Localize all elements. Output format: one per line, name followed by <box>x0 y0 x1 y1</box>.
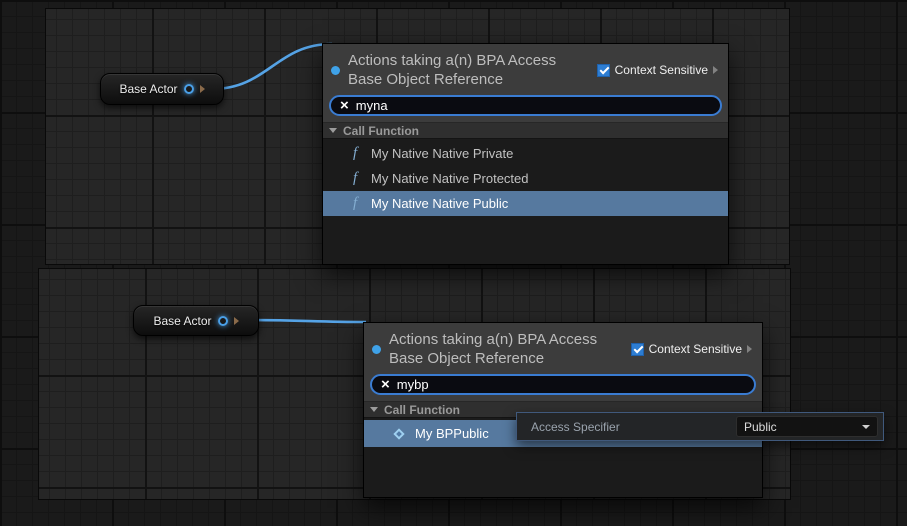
title-line-1: Actions taking a(n) BPA Access <box>389 330 623 349</box>
context-sensitive-toggle[interactable]: Context Sensitive <box>631 342 754 356</box>
menu-item-label: My BPPublic <box>415 426 489 441</box>
title-line-1: Actions taking a(n) BPA Access <box>348 51 589 70</box>
blueprint-function-icon <box>393 428 404 439</box>
menu-item-label: My Native Native Private <box>371 146 513 161</box>
menu-item-my-native-native-protected[interactable]: f My Native Native Protected <box>323 166 728 191</box>
function-icon: f <box>353 146 362 161</box>
node-title: Base Actor <box>153 314 211 328</box>
category-label: Call Function <box>384 403 460 417</box>
node-title: Base Actor <box>119 82 177 96</box>
context-sensitive-label: Context Sensitive <box>649 342 742 356</box>
search-input[interactable] <box>356 98 711 113</box>
access-specifier-dropdown[interactable]: Public <box>736 416 878 437</box>
context-menu-header: Actions taking a(n) BPA Access Base Obje… <box>323 44 728 92</box>
title-line-2: Base Object Reference <box>389 349 623 368</box>
submenu-arrow-icon[interactable] <box>747 345 752 353</box>
menu-item-my-native-native-private[interactable]: f My Native Native Private <box>323 141 728 166</box>
node-base-actor-bottom[interactable]: Base Actor <box>133 305 259 336</box>
search-row: × <box>323 92 728 122</box>
category-call-function[interactable]: Call Function <box>323 122 728 139</box>
context-menu-title: Actions taking a(n) BPA Access Base Obje… <box>348 51 589 89</box>
clear-search-icon[interactable]: × <box>381 377 390 392</box>
context-sensitive-checkbox[interactable] <box>597 64 610 77</box>
collapse-triangle-icon[interactable] <box>370 407 378 412</box>
search-input[interactable] <box>397 377 745 392</box>
submenu-arrow-icon[interactable] <box>713 66 718 74</box>
menu-item-label: My Native Native Protected <box>371 171 529 186</box>
clear-search-icon[interactable]: × <box>340 98 349 113</box>
pin-type-dot-icon <box>331 66 340 75</box>
dropdown-selected-value: Public <box>744 420 777 434</box>
context-menu-header: Actions taking a(n) BPA Access Base Obje… <box>364 323 762 371</box>
category-label: Call Function <box>343 124 419 138</box>
pin-arrow-icon <box>200 85 205 93</box>
search-box[interactable]: × <box>329 95 722 116</box>
chevron-down-icon <box>862 425 870 429</box>
collapse-triangle-icon[interactable] <box>329 128 337 133</box>
context-sensitive-checkbox[interactable] <box>631 343 644 356</box>
object-reference-pin-icon[interactable] <box>218 316 228 326</box>
pin-type-dot-icon <box>372 345 381 354</box>
access-specifier-label: Access Specifier <box>517 420 620 434</box>
search-box[interactable]: × <box>370 374 756 395</box>
context-sensitive-label: Context Sensitive <box>615 63 708 77</box>
menu-item-my-native-native-public[interactable]: f My Native Native Public <box>323 191 728 216</box>
pin-arrow-icon <box>234 317 239 325</box>
function-icon: f <box>353 196 362 211</box>
function-icon: f <box>353 171 362 186</box>
context-menu-bottom: Actions taking a(n) BPA Access Base Obje… <box>363 322 763 498</box>
node-base-actor-top[interactable]: Base Actor <box>100 73 224 105</box>
title-line-2: Base Object Reference <box>348 70 589 89</box>
action-list: f My Native Native Private f My Native N… <box>323 139 728 264</box>
context-sensitive-toggle[interactable]: Context Sensitive <box>597 63 720 77</box>
search-row: × <box>364 371 762 401</box>
context-menu-title: Actions taking a(n) BPA Access Base Obje… <box>389 330 623 368</box>
context-menu-top: Actions taking a(n) BPA Access Base Obje… <box>322 43 729 265</box>
access-specifier-tooltip: Access Specifier Public <box>516 412 884 441</box>
object-reference-pin-icon[interactable] <box>184 84 194 94</box>
menu-item-label: My Native Native Public <box>371 196 508 211</box>
